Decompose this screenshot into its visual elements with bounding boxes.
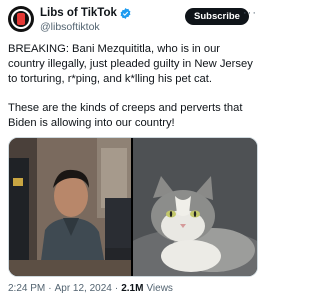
cat-photo[interactable] (133, 138, 257, 276)
courtroom-photo-drawing (9, 138, 131, 276)
avatar-logo-mark (17, 13, 25, 25)
author-name-row: Libs of TikTok (40, 7, 131, 19)
meta-separator: · (114, 283, 119, 294)
subscribe-button[interactable]: Subscribe (185, 8, 249, 25)
tweet-text: BREAKING: Bani Mezquititla, who is in ou… (8, 42, 258, 145)
author-handle[interactable]: @libsoftiktok (40, 21, 100, 33)
views-label: Views (146, 283, 173, 294)
author-display-name[interactable]: Libs of TikTok (40, 7, 117, 19)
more-options-icon[interactable]: ··· (243, 7, 257, 19)
verified-badge-icon (120, 7, 131, 19)
tweet-time[interactable]: 2:24 PM (8, 283, 45, 294)
meta-separator: · (48, 283, 52, 294)
cat-photo-drawing (133, 138, 257, 276)
tweet-paragraph: These are the kinds of creeps and perver… (8, 102, 243, 129)
author-avatar[interactable] (8, 6, 34, 32)
views-count: 2.1M (121, 283, 144, 294)
tweet-header: Libs of TikTok @libsoftiktok Subscribe ·… (0, 0, 264, 40)
tweet-paragraph: BREAKING: Bani Mezquititla, who is in ou… (8, 43, 253, 85)
tweet-date[interactable]: Apr 12, 2024 (55, 283, 112, 294)
tweet-media-grid (8, 137, 258, 277)
courtroom-photo[interactable] (9, 138, 131, 276)
tweet-meta: 2:24 PM · Apr 12, 2024 · 2.1M Views (8, 283, 173, 294)
